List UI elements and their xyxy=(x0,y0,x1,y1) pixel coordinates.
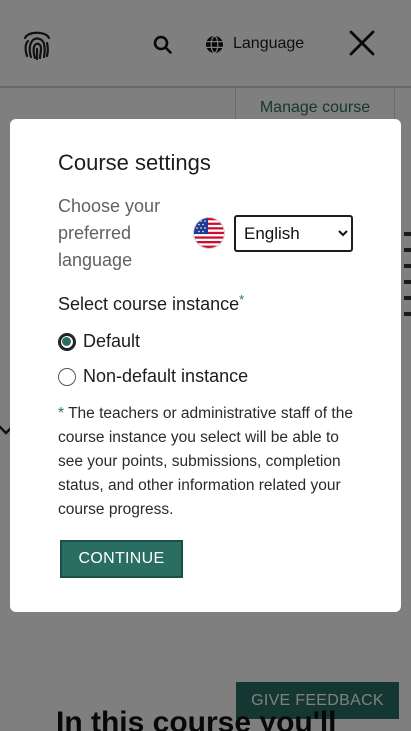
instance-option-default[interactable]: Default xyxy=(58,331,140,352)
radio-label: Default xyxy=(83,331,141,351)
radio-button[interactable] xyxy=(58,367,76,386)
instance-option-non-default[interactable]: Non-default instance xyxy=(58,366,248,387)
required-marker: * xyxy=(239,292,245,307)
radio-button[interactable] xyxy=(58,332,76,351)
radio-label: Non-default instance xyxy=(83,366,249,386)
privacy-note: * The teachers or administrative staff o… xyxy=(58,402,353,522)
language-prompt: Choose your preferred language xyxy=(58,196,161,270)
language-select[interactable]: English xyxy=(234,215,353,252)
note-text: The teachers or administrative staff of … xyxy=(58,405,353,518)
instance-label: Select course instance* xyxy=(58,292,244,315)
course-settings-dialog: Course settings Choose your preferred la… xyxy=(10,119,401,612)
continue-button[interactable]: CONTINUE xyxy=(60,540,183,578)
dialog-title: Course settings xyxy=(58,150,211,175)
instance-label-text: Select course instance xyxy=(58,294,240,314)
us-flag-icon xyxy=(194,218,224,248)
